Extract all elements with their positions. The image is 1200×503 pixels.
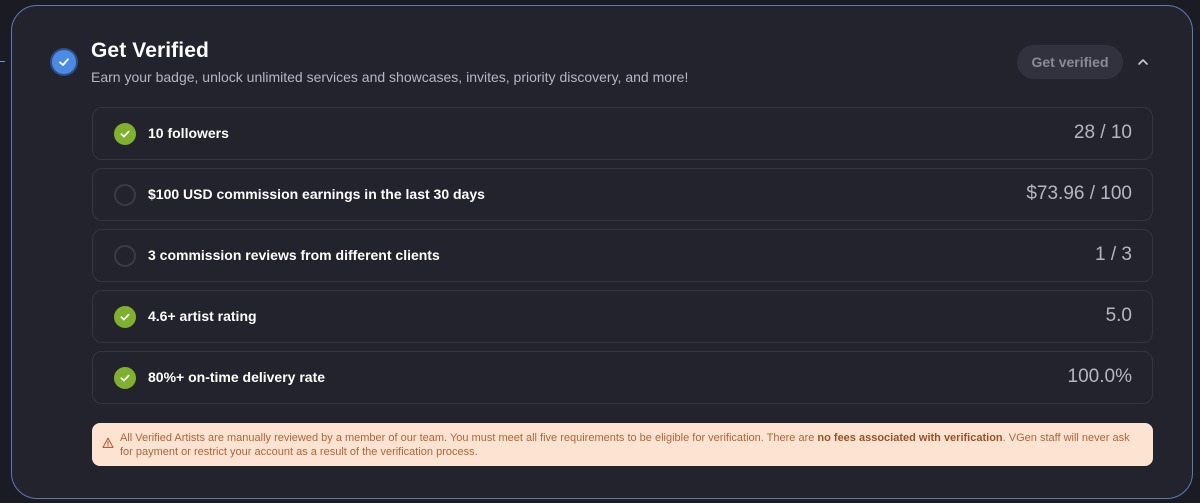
check-icon xyxy=(59,58,69,66)
requirements-list: 10 followers 28 / 10 $100 USD commission… xyxy=(92,107,1153,412)
requirement-row: 10 followers 28 / 10 xyxy=(92,107,1153,160)
requirement-label: 80%+ on-time delivery rate xyxy=(148,369,326,385)
requirement-label: 3 commission reviews from different clie… xyxy=(148,247,440,263)
requirement-row: 80%+ on-time delivery rate 100.0% xyxy=(92,351,1153,404)
collapse-chevron-icon[interactable] xyxy=(1134,53,1152,71)
requirement-progress: 5.0 xyxy=(1105,305,1132,326)
requirement-row: $100 USD commission earnings in the last… xyxy=(92,168,1153,221)
requirement-label: $100 USD commission earnings in the last… xyxy=(148,186,485,202)
warning-icon xyxy=(102,437,114,448)
section-subtitle: Earn your badge, unlock unlimited servic… xyxy=(91,69,689,85)
completed-check-icon xyxy=(114,367,136,389)
requirement-row: 3 commission reviews from different clie… xyxy=(92,229,1153,282)
side-connector-line xyxy=(0,61,5,62)
section-title: Get Verified xyxy=(91,39,209,62)
completed-check-icon xyxy=(114,123,136,145)
requirement-progress: 1 / 3 xyxy=(1095,244,1132,265)
verification-notice: All Verified Artists are manually review… xyxy=(92,423,1153,466)
requirement-row: 4.6+ artist rating 5.0 xyxy=(92,290,1153,343)
requirement-label: 10 followers xyxy=(148,125,229,141)
verified-badge-icon xyxy=(52,50,76,74)
notice-text: All Verified Artists are manually review… xyxy=(120,432,818,444)
get-verified-button[interactable]: Get verified xyxy=(1017,45,1123,79)
requirement-progress: 28 / 10 xyxy=(1073,122,1132,143)
requirement-progress: 100.0% xyxy=(1067,366,1132,387)
requirement-progress: $73.96 / 100 xyxy=(1026,183,1132,204)
pending-circle-icon xyxy=(114,184,136,206)
notice-bold-text: no fees associated with verification xyxy=(817,432,1003,444)
completed-check-icon xyxy=(114,306,136,328)
requirement-label: 4.6+ artist rating xyxy=(148,308,257,324)
pending-circle-icon xyxy=(114,245,136,267)
